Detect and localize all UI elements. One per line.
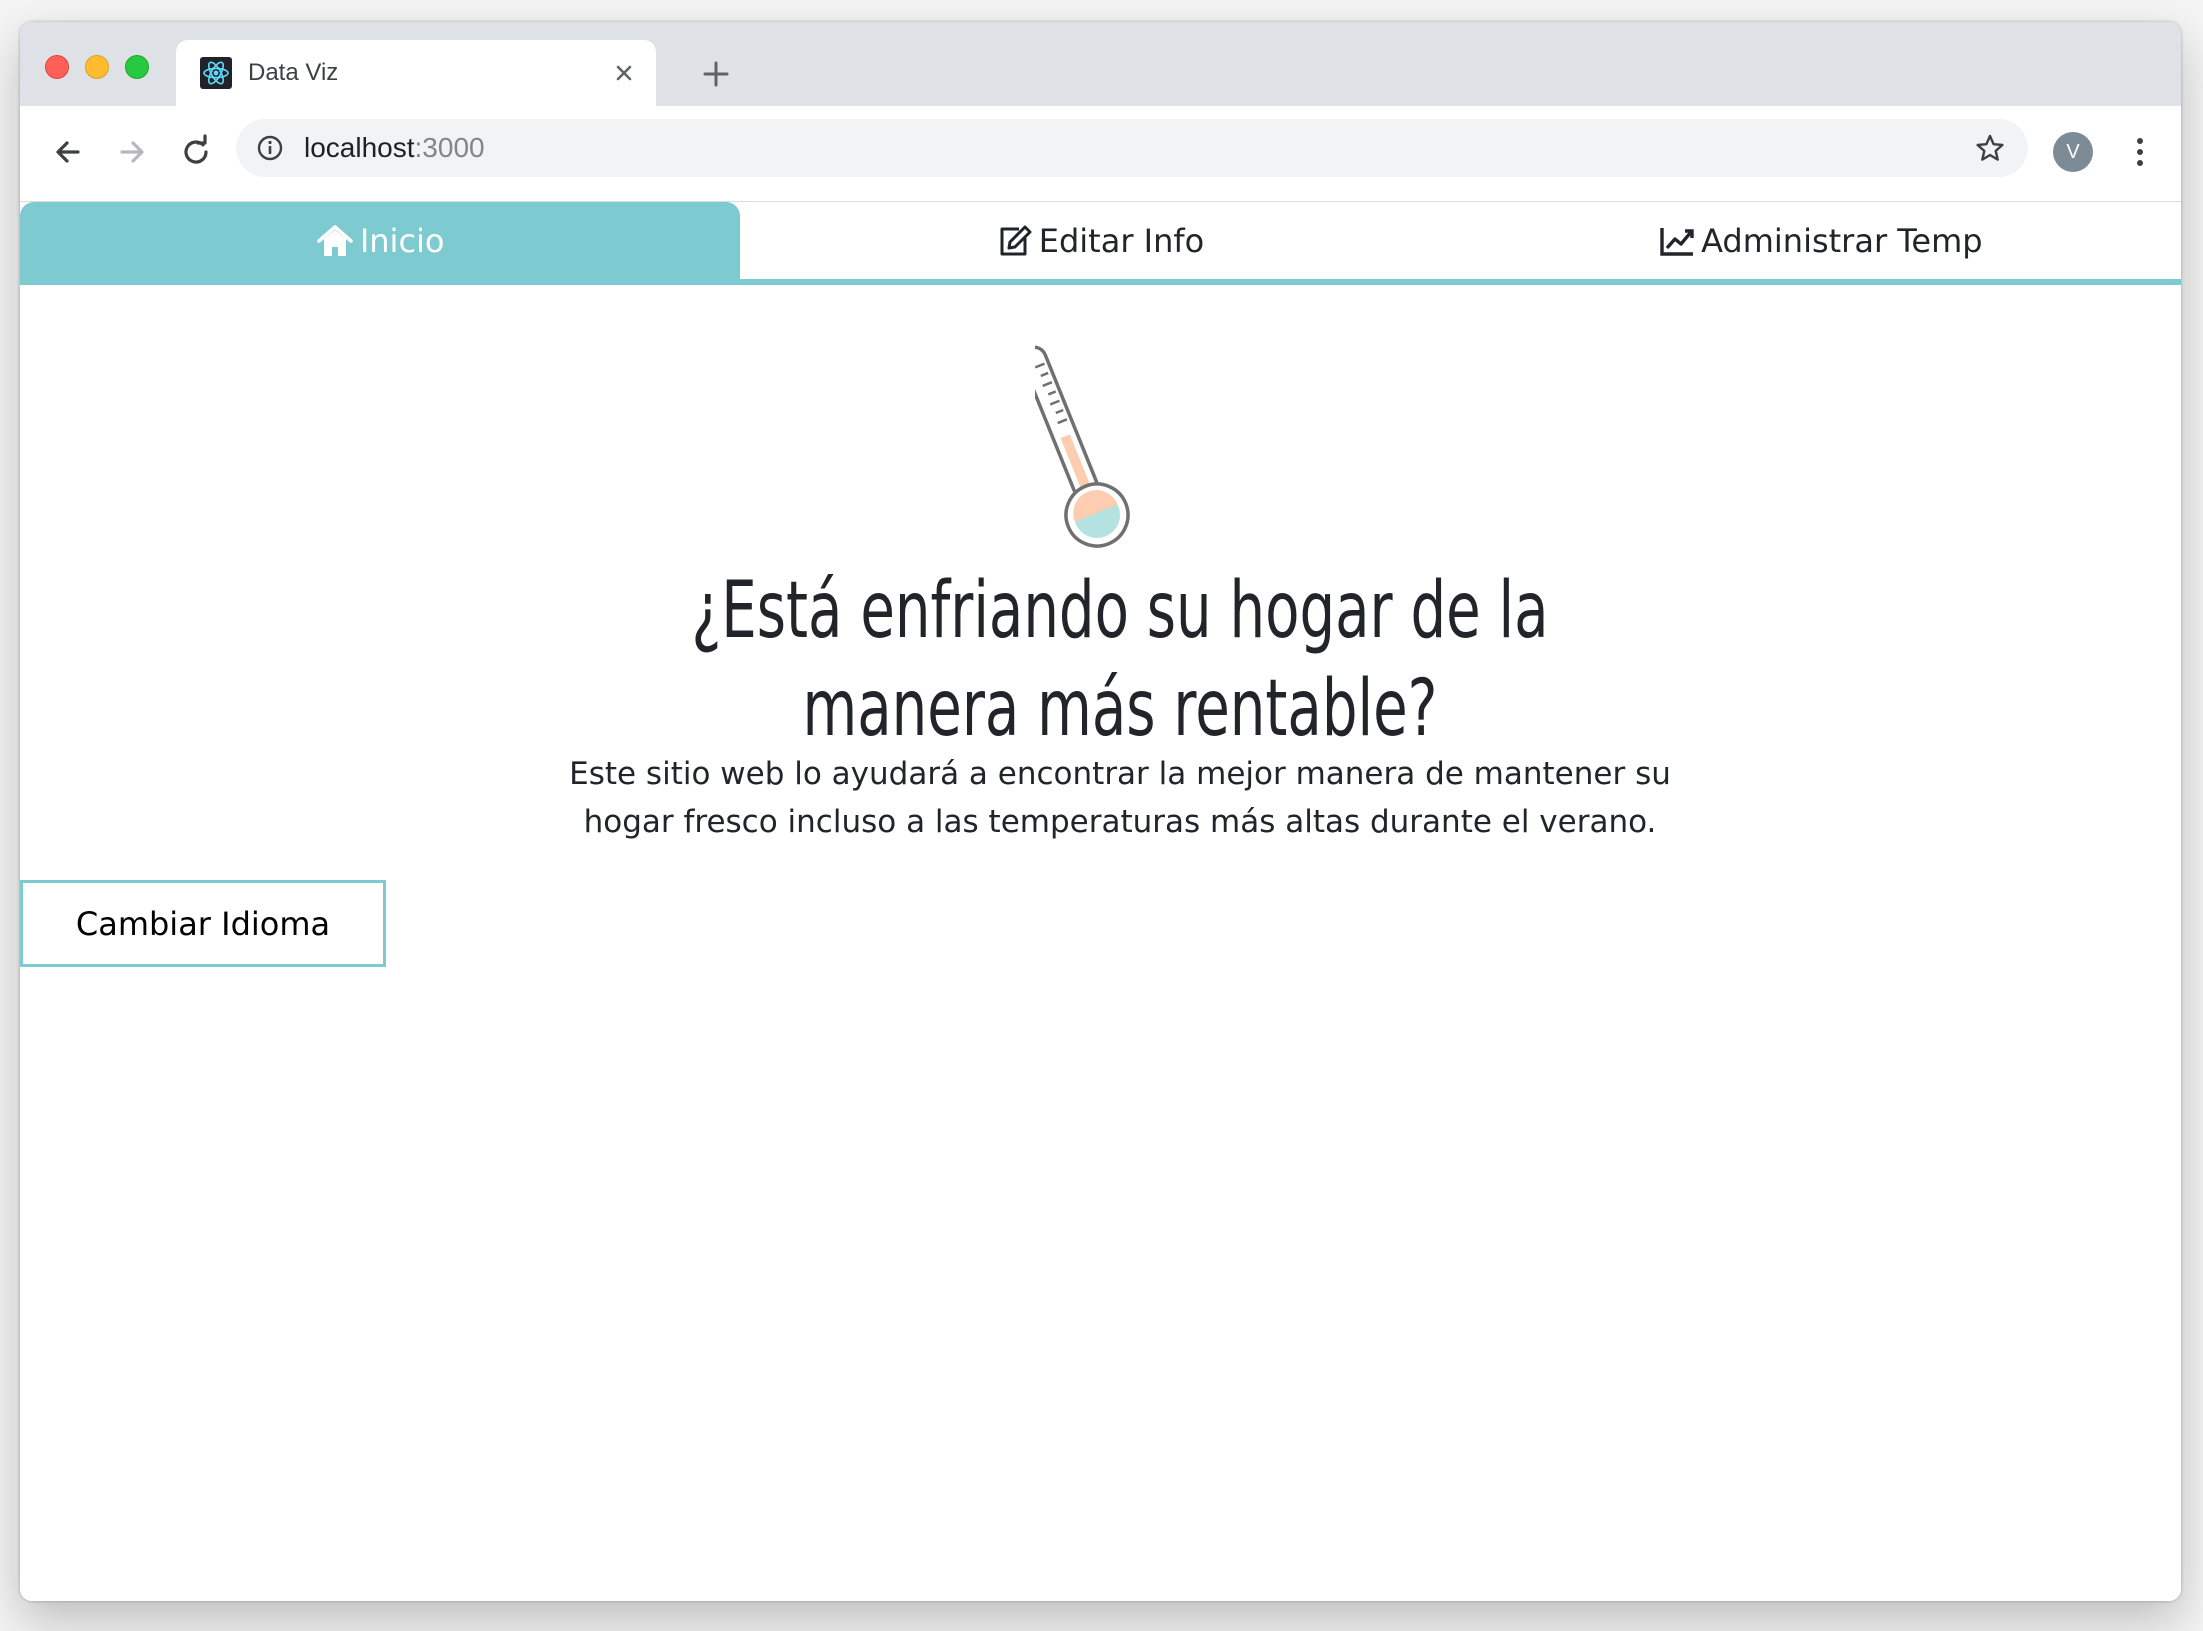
browser-tab[interactable]: Data Viz [176, 40, 656, 106]
main-nav: Inicio Editar Info Administrar Temp [20, 202, 2181, 285]
nav-item-inicio[interactable]: Inicio [20, 202, 741, 279]
page-title: ¿Está enfriando su hogar de la manera má… [691, 566, 1549, 754]
tab-title: Data Viz [248, 59, 339, 86]
change-language-button[interactable]: Cambiar Idioma [20, 880, 386, 967]
nav-item-administrar-temp[interactable]: Administrar Temp [1461, 202, 2181, 279]
back-arrow-icon[interactable] [48, 132, 88, 172]
page-viewport: Inicio Editar Info Administrar Temp ¿Est… [20, 202, 2181, 1601]
maximize-window-button[interactable] [125, 55, 149, 79]
bookmark-star-icon[interactable] [1974, 132, 2006, 164]
minimize-window-button[interactable] [85, 55, 109, 79]
url-host: localhost [304, 132, 415, 163]
react-favicon-icon [200, 57, 232, 89]
line-chart-icon [1660, 227, 1694, 256]
nav-item-label: Inicio [359, 221, 445, 260]
url-text: localhost:3000 [304, 119, 485, 177]
address-bar[interactable]: localhost:3000 [236, 119, 2028, 177]
browser-toolbar: localhost:3000 V [20, 106, 2181, 202]
tab-strip: Data Viz [20, 22, 2181, 106]
close-window-button[interactable] [45, 55, 69, 79]
page-description: Este sitio web lo ayudará a encontrar la… [569, 756, 1671, 840]
more-menu-icon[interactable] [2134, 134, 2146, 170]
home-icon [317, 224, 353, 256]
reload-icon[interactable] [176, 132, 216, 172]
edit-icon [1000, 225, 1032, 255]
forward-arrow-icon[interactable] [112, 132, 152, 172]
nav-item-label: Editar Info [1038, 221, 1205, 260]
nav-item-label: Administrar Temp [1701, 221, 1983, 260]
site-info-icon[interactable] [256, 134, 284, 162]
tab-close-icon[interactable] [610, 59, 638, 87]
nav-item-editar-info[interactable]: Editar Info [740, 202, 1460, 279]
profile-avatar[interactable]: V [2053, 132, 2093, 172]
browser-window: Data Viz localhost:3000 V Inicio Editar … [20, 22, 2181, 1601]
url-port: :3000 [414, 132, 485, 163]
new-tab-icon[interactable] [700, 58, 732, 90]
thermometer-icon [1020, 330, 1175, 560]
